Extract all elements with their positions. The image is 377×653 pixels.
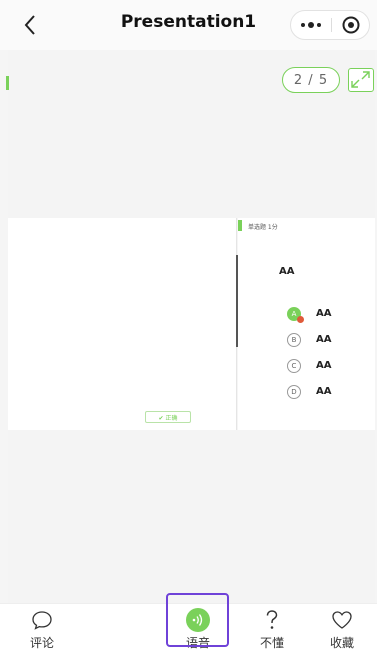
- option-label: AA: [316, 386, 332, 397]
- question-marker: [238, 220, 242, 231]
- option-c[interactable]: C AA: [287, 359, 347, 375]
- target-icon[interactable]: [331, 11, 371, 39]
- question-text: AA: [279, 266, 295, 277]
- option-letter: C: [287, 359, 301, 373]
- capsule-menu: [290, 10, 370, 40]
- option-label: AA: [316, 334, 332, 345]
- option-letter: D: [287, 385, 301, 399]
- heart-icon: [331, 608, 353, 632]
- nav-comment[interactable]: 评论: [22, 604, 62, 653]
- option-label: AA: [316, 308, 332, 319]
- question-type: 单选题 1分: [248, 224, 278, 231]
- more-dots-icon[interactable]: [291, 11, 331, 39]
- selected-dot-icon: [297, 316, 304, 323]
- top-bar: Presentation1: [0, 0, 377, 50]
- nav-label: 收藏: [329, 636, 354, 650]
- nav-favorite[interactable]: 收藏: [322, 604, 362, 653]
- slide-edge-mark: [236, 255, 238, 347]
- slide-left-panel: [8, 218, 237, 430]
- page-indicator: 2 / 5: [282, 67, 340, 93]
- option-label: AA: [316, 360, 332, 371]
- nav-label: 不懂: [259, 636, 284, 650]
- option-a[interactable]: A AA: [287, 307, 347, 323]
- nav-confused[interactable]: 不懂: [252, 604, 292, 653]
- nav-label: 评论: [29, 636, 54, 650]
- voice-highlight-box: [166, 593, 229, 647]
- comment-icon: [31, 608, 53, 632]
- confirm-button[interactable]: ✔ 正确: [145, 411, 191, 423]
- lower-blank-area: [8, 430, 375, 603]
- app-screen: Presentation1 2 / 5 ✔ 正确 单选题 1分 AA A AA …: [0, 0, 377, 653]
- left-edge-marker: [6, 76, 9, 90]
- question-icon: [263, 608, 281, 632]
- expand-icon: [351, 71, 370, 88]
- option-d[interactable]: D AA: [287, 385, 347, 401]
- option-b[interactable]: B AA: [287, 333, 347, 349]
- fullscreen-button[interactable]: [348, 68, 374, 92]
- option-letter: B: [287, 333, 301, 347]
